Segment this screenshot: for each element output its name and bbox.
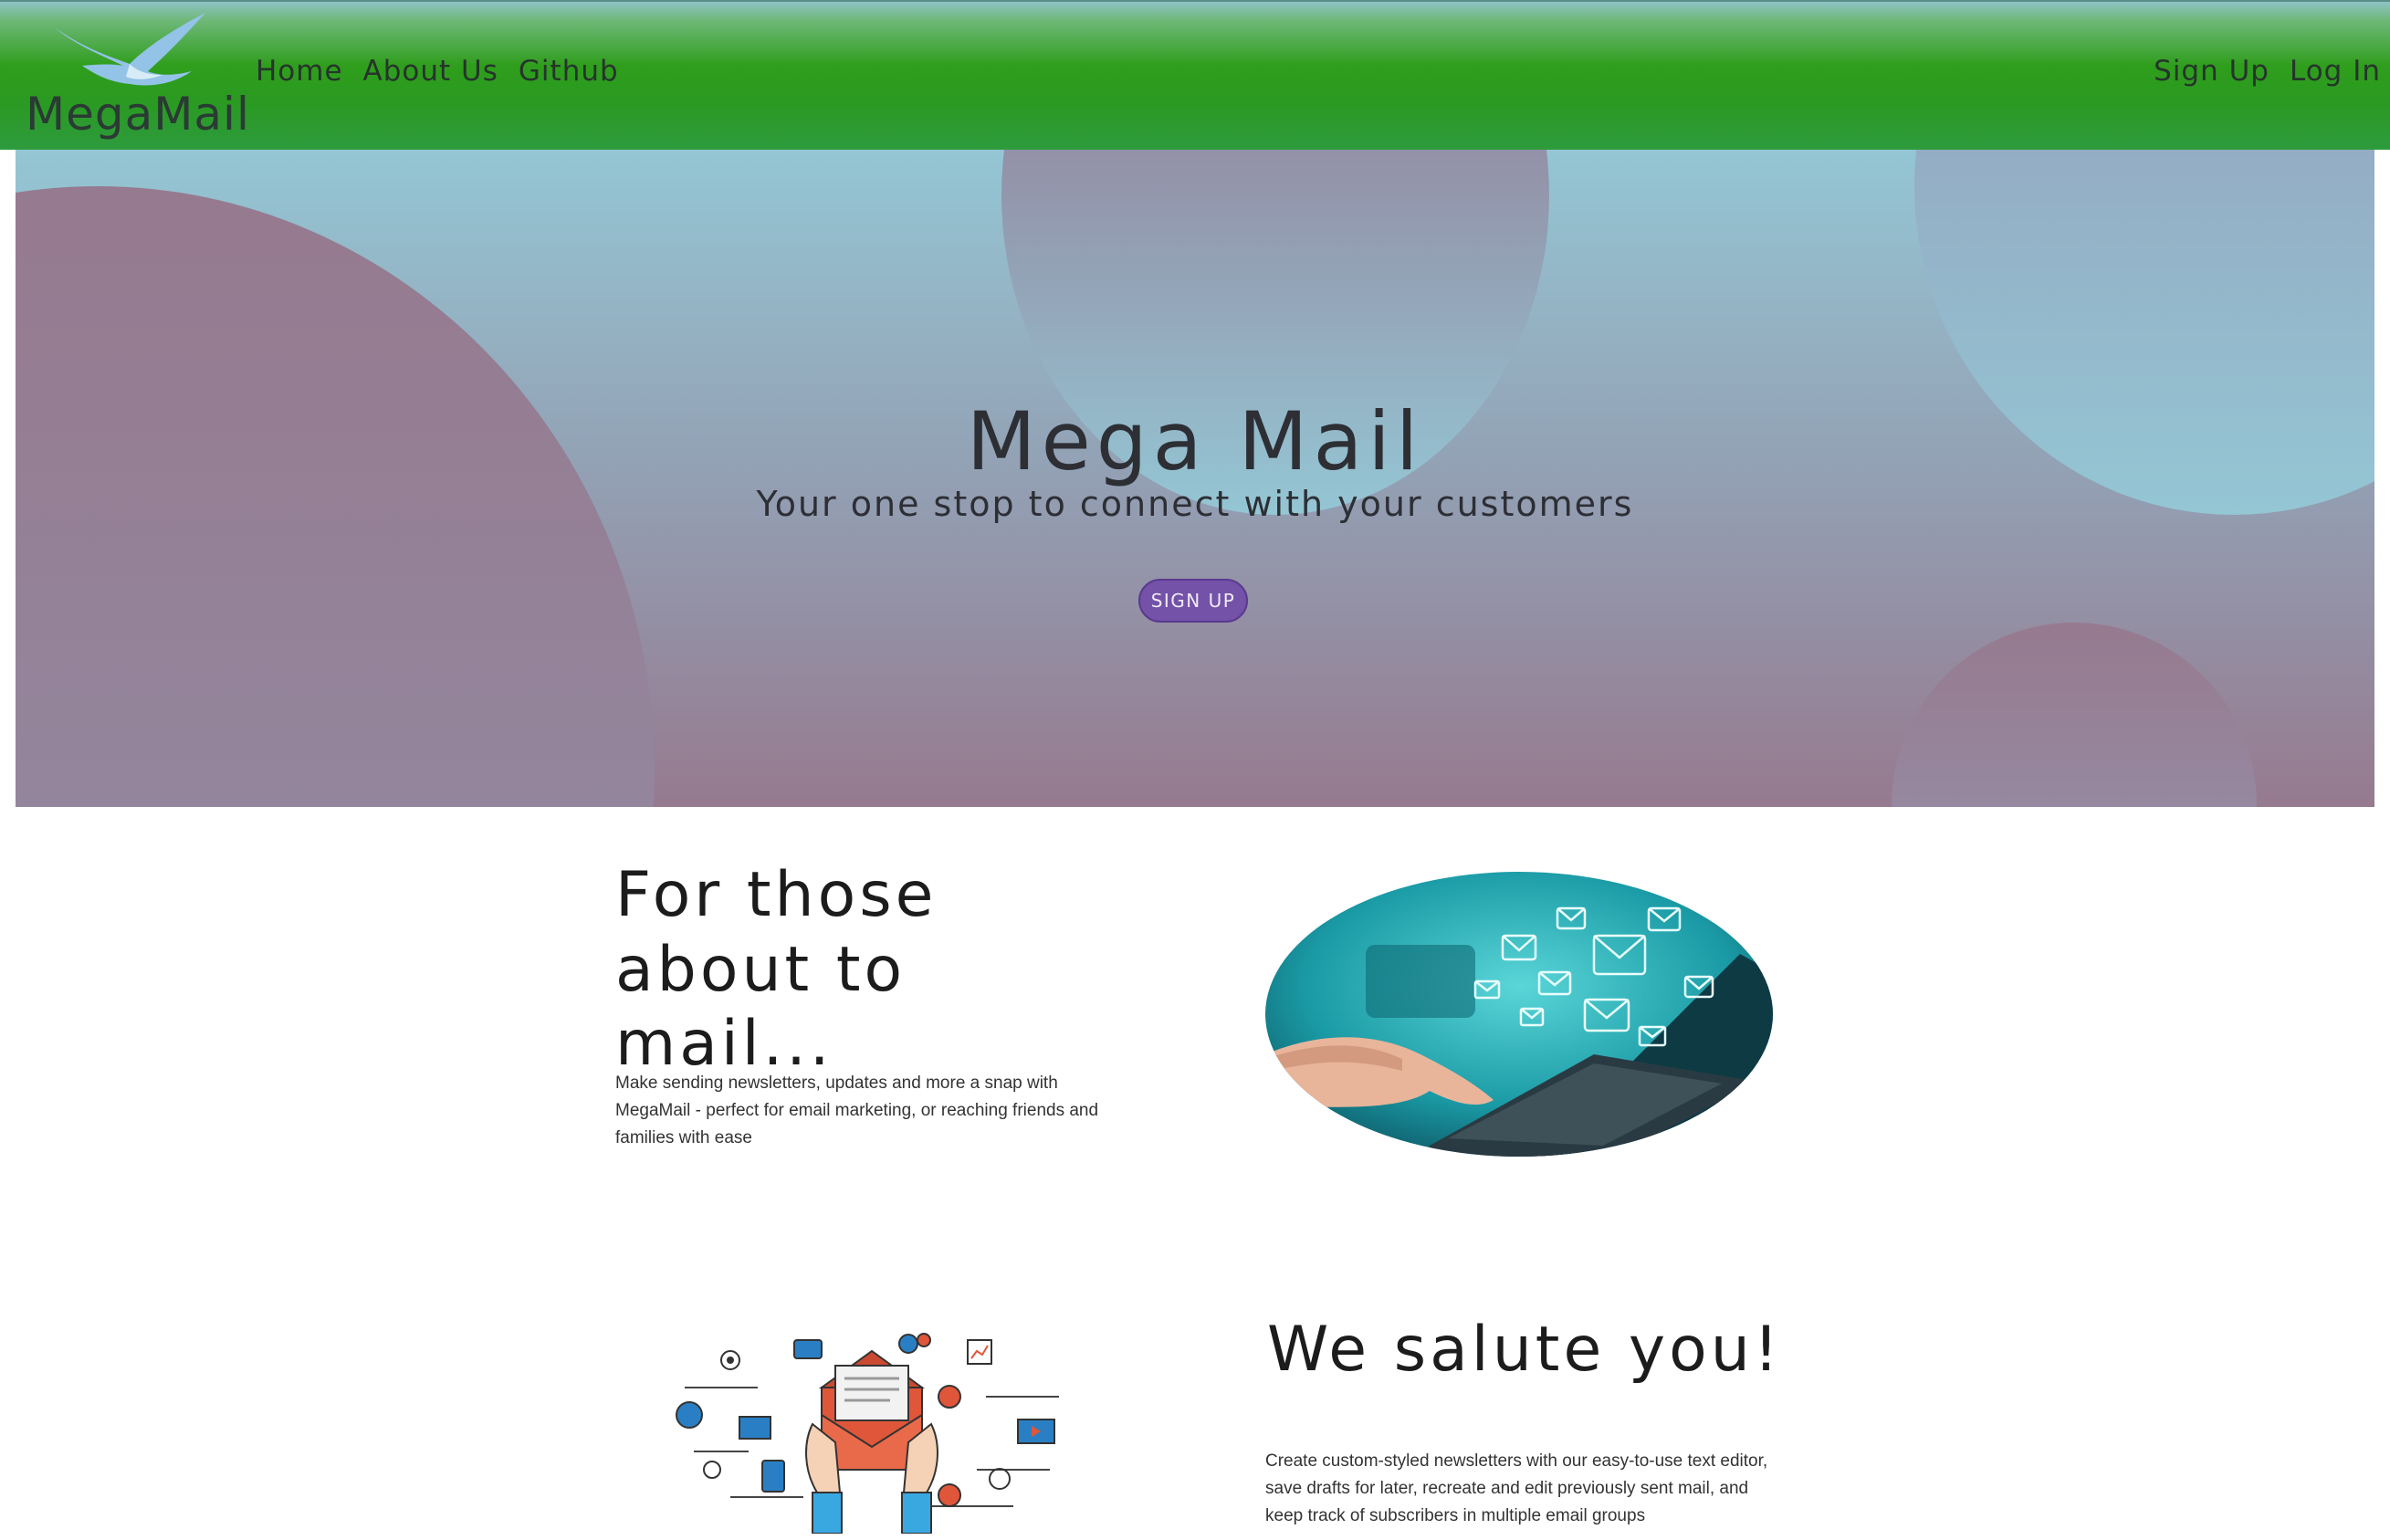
bird-logo-icon[interactable] — [46, 11, 210, 89]
hero-subtitle: Your one stop to connect with your custo… — [756, 484, 1634, 524]
nav-github-link[interactable]: Github — [519, 55, 619, 88]
navbar: MegaMail Home About Us Github Sign Up Lo… — [0, 0, 2390, 150]
nav-left: Home About Us Github — [256, 55, 619, 88]
laptop-email-image — [1265, 872, 1773, 1157]
feature1-heading: For those about to mail... — [615, 859, 938, 1081]
nav-home-link[interactable]: Home — [256, 55, 343, 88]
hero-title: Mega Mail — [966, 394, 1424, 488]
feature2-text: Create custom-styled newsletters with ou… — [1265, 1451, 1768, 1525]
feature2-heading: We salute you! — [1267, 1314, 1783, 1386]
nav-login-link[interactable]: Log In — [2290, 55, 2381, 88]
nav-signup-link[interactable]: Sign Up — [2154, 55, 2269, 88]
nav-about-link[interactable]: About Us — [363, 55, 498, 88]
email-marketing-illustration — [676, 1333, 1059, 1534]
brand-name[interactable]: MegaMail — [26, 88, 250, 141]
hero-blob-bottom-right — [1892, 623, 2257, 807]
feature1-text: Make sending newsletters, updates and mo… — [615, 1074, 1099, 1147]
nav-right: Sign Up Log In — [2154, 55, 2381, 88]
hero-signup-button[interactable]: SIGN UP — [1138, 579, 1248, 623]
hero-banner: Mega Mail Your one stop to connect with … — [16, 150, 2374, 807]
